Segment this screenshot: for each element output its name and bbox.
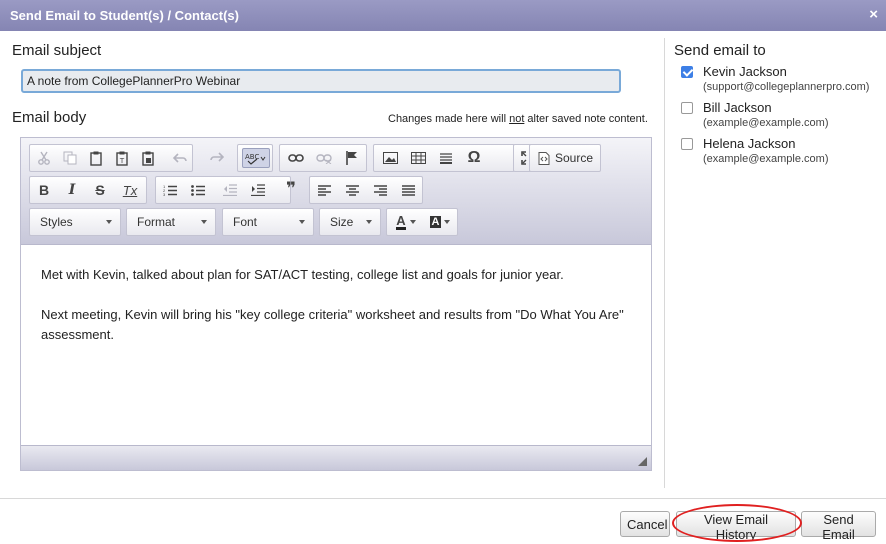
chevron-down-icon <box>201 220 207 224</box>
remove-format-icon[interactable]: Tx <box>118 180 142 200</box>
paste-text-icon[interactable]: T <box>110 148 134 168</box>
recipient-checkbox-bill[interactable] <box>681 102 693 114</box>
text-color-icon: A <box>396 213 406 230</box>
recipient-email: (example@example.com) <box>703 117 829 129</box>
blockquote-icon[interactable]: ❞ <box>279 179 303 199</box>
redo-icon[interactable] <box>205 147 229 167</box>
format-dropdown[interactable]: Format <box>126 208 216 236</box>
size-label: Size <box>330 215 354 229</box>
basic-style-group: B I S Tx <box>29 176 147 204</box>
rich-text-editor: T ABC Ω Source B I S Tx 1 2 3 ❞ Styles F… <box>20 137 652 471</box>
anchor-flag-icon[interactable] <box>340 148 364 168</box>
resize-handle-icon[interactable] <box>638 457 647 466</box>
link-icon[interactable] <box>284 148 308 168</box>
bg-color-button[interactable]: A <box>425 212 455 232</box>
note-emphasis: not <box>509 113 525 125</box>
styles-label: Styles <box>40 215 73 229</box>
align-justify-icon[interactable] <box>396 180 420 200</box>
highlight-annotation-oval <box>672 504 802 542</box>
dialog-title-bar: Send Email to Student(s) / Contact(s) × <box>0 0 886 31</box>
link-group <box>279 144 367 172</box>
body-label: Email body <box>12 109 87 126</box>
unlink-icon[interactable] <box>312 148 336 168</box>
source-doc-icon <box>538 152 550 165</box>
send-email-button[interactable]: Send Email <box>801 511 876 542</box>
recipient-email: (support@collegeplannerpro.com) <box>703 81 870 93</box>
horizontal-rule-icon[interactable] <box>434 148 458 168</box>
numbered-list-icon[interactable]: 123 <box>158 180 182 200</box>
strikethrough-icon[interactable]: S <box>88 180 112 200</box>
recipient-checkbox-helena[interactable] <box>681 138 693 150</box>
chevron-down-icon <box>409 220 416 224</box>
editor-content-area[interactable]: Met with Kevin, talked about plan for SA… <box>21 245 651 445</box>
body-paragraph-2: Next meeting, Kevin will bring his "key … <box>41 307 624 342</box>
svg-text:3: 3 <box>163 192 166 196</box>
font-dropdown[interactable]: Font <box>222 208 314 236</box>
insert-group: Ω <box>373 144 515 172</box>
align-center-icon[interactable] <box>340 180 364 200</box>
recipient-checkbox-kevin[interactable] <box>681 66 693 78</box>
recipient-name: Helena Jackson <box>703 136 796 151</box>
spellcheck-icon[interactable]: ABC <box>242 148 270 168</box>
bullet-list-icon[interactable] <box>186 180 210 200</box>
image-icon[interactable] <box>378 148 402 168</box>
color-group: A A <box>386 208 458 236</box>
special-char-icon[interactable]: Ω <box>462 148 486 168</box>
size-dropdown[interactable]: Size <box>319 208 381 236</box>
recipient-email: (example@example.com) <box>703 153 829 165</box>
subject-input[interactable] <box>21 69 621 93</box>
paste-icon[interactable] <box>84 148 108 168</box>
chevron-down-icon <box>299 220 305 224</box>
text-color-button[interactable]: A <box>391 212 421 232</box>
bg-color-icon: A <box>429 216 442 228</box>
editor-status-bar <box>21 445 651 470</box>
font-label: Font <box>233 215 258 229</box>
dialog-title: Send Email to Student(s) / Contact(s) <box>10 8 239 23</box>
chevron-down-icon <box>366 220 372 224</box>
format-label: Format <box>137 215 176 229</box>
list-group: 123 <box>155 176 291 204</box>
bold-icon[interactable]: B <box>32 180 56 200</box>
source-group[interactable]: Source <box>529 144 601 172</box>
subject-label: Email subject <box>12 42 102 59</box>
indent-icon[interactable] <box>246 180 270 200</box>
editor-toolbar: T ABC Ω Source B I S Tx 1 2 3 ❞ Styles F… <box>21 138 651 245</box>
footer-divider <box>0 498 886 499</box>
body-paragraph-1: Met with Kevin, talked about plan for SA… <box>41 267 564 282</box>
close-icon[interactable]: × <box>869 6 878 23</box>
recipient-name: Kevin Jackson <box>703 64 787 79</box>
align-group <box>309 176 423 204</box>
align-left-icon[interactable] <box>312 180 336 200</box>
recipient-name: Bill Jackson <box>703 100 772 115</box>
svg-text:T: T <box>119 157 125 165</box>
copy-icon[interactable] <box>58 148 82 168</box>
undo-icon[interactable] <box>168 148 192 168</box>
vertical-divider <box>664 38 665 488</box>
clipboard-group: T <box>29 144 193 172</box>
cancel-button[interactable]: Cancel <box>620 511 670 537</box>
chevron-down-icon <box>106 220 112 224</box>
italic-icon[interactable]: I <box>60 180 84 200</box>
styles-dropdown[interactable]: Styles <box>29 208 121 236</box>
align-right-icon[interactable] <box>368 180 392 200</box>
body-note: Changes made here will not alter saved n… <box>388 113 648 125</box>
cut-icon[interactable] <box>32 148 56 168</box>
table-icon[interactable] <box>406 148 430 168</box>
recipients-label: Send email to <box>674 42 766 59</box>
chevron-down-icon <box>444 220 451 224</box>
spellcheck-group: ABC <box>237 144 273 172</box>
source-label: Source <box>555 151 594 165</box>
paste-word-icon[interactable] <box>136 148 160 168</box>
svg-text:ABC: ABC <box>245 153 259 161</box>
outdent-icon[interactable] <box>218 180 242 200</box>
